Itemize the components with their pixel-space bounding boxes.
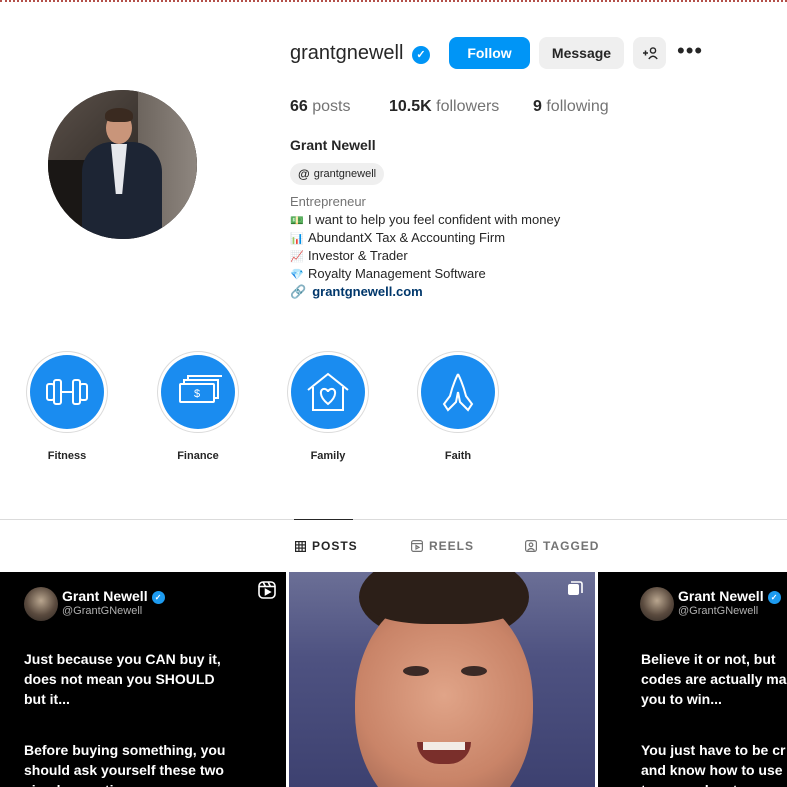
posts-count: 66 xyxy=(290,98,308,115)
active-tab-indicator xyxy=(294,519,353,520)
full-name: Grant Newell xyxy=(290,137,376,153)
link-icon: 🔗 xyxy=(290,284,307,299)
followers-label: followers xyxy=(436,98,500,115)
highlight-label: Finance xyxy=(177,450,219,462)
bio-line: 💵 I want to help you feel confident with … xyxy=(290,212,560,227)
svg-text:$: $ xyxy=(194,388,200,400)
threads-badge[interactable]: @ grantgnewell xyxy=(290,163,385,185)
multiple-photos-icon xyxy=(568,581,583,595)
profile-category: Entrepreneur xyxy=(290,194,366,209)
post-author-name: Grant Newell ✓ xyxy=(62,588,165,604)
reels-icon xyxy=(411,540,423,552)
dumbbell-icon xyxy=(46,379,88,405)
highlight-faith[interactable]: Faith xyxy=(416,351,500,462)
verified-badge-icon: ✓ xyxy=(412,46,430,64)
tab-tagged-label: TAGGED xyxy=(543,539,600,553)
reels-icon xyxy=(258,581,276,599)
profile-username: grantgnewell xyxy=(290,42,404,64)
following-label: following xyxy=(546,98,609,115)
cash-icon: 💵 xyxy=(290,215,304,227)
threads-icon: @ xyxy=(298,167,310,181)
praying-hands-icon xyxy=(442,373,474,412)
bio-text: AbundantX Tax & Accounting Firm xyxy=(308,230,506,245)
bio-text: Investor & Trader xyxy=(308,248,408,263)
money-stack-icon: $ xyxy=(179,375,222,403)
tagged-icon xyxy=(525,540,537,552)
posts-label: posts xyxy=(312,98,351,115)
post-author-avatar xyxy=(640,587,674,621)
tab-tagged[interactable]: TAGGED xyxy=(525,539,599,553)
house-heart-icon xyxy=(307,372,349,411)
bio-line: 📊 AbundantX Tax & Accounting Firm xyxy=(290,230,505,245)
followers-count: 10.5K xyxy=(389,98,432,115)
website-link[interactable]: 🔗 grantgnewell.com xyxy=(290,284,423,300)
gem-icon: 💎 xyxy=(290,269,304,281)
highlight-finance[interactable]: $ Finance xyxy=(156,351,240,462)
suggested-users-button[interactable] xyxy=(633,37,666,69)
post-tile[interactable]: Grant Newell ✓ @GrantGNewell Believe it o… xyxy=(598,572,787,787)
threads-handle: grantgnewell xyxy=(313,168,377,180)
post-text: Believe it or not, but codes are actuall… xyxy=(641,651,787,707)
more-options-icon[interactable]: ••• xyxy=(677,37,703,69)
verified-badge-icon: ✓ xyxy=(151,591,165,604)
bio-line: 📈 Investor & Trader xyxy=(290,248,408,263)
post-tile[interactable] xyxy=(289,572,595,787)
following-stat[interactable]: 9 following xyxy=(533,98,609,116)
post-text: You just have to be cr and know how to u… xyxy=(641,742,786,787)
trend-up-icon: 📈 xyxy=(290,251,304,263)
add-user-icon xyxy=(642,47,658,60)
post-photo xyxy=(289,572,595,787)
highlight-label: Family xyxy=(310,450,346,462)
tab-reels-label: REELS xyxy=(429,539,475,553)
post-author-handle: @GrantGNewell xyxy=(678,605,759,617)
tabs-divider xyxy=(0,519,787,520)
bio-line: 💎 Royalty Management Software xyxy=(290,266,486,281)
website-text: grantgnewell.com xyxy=(312,284,423,299)
post-text: Just because you CAN buy it, does not me… xyxy=(24,651,221,707)
tab-posts-label: POSTS xyxy=(312,539,358,553)
post-author-handle: @GrantGNewell xyxy=(62,605,143,617)
post-tile[interactable]: Grant Newell ✓ @GrantGNewell Just because… xyxy=(0,572,286,787)
posts-stat: 66 posts xyxy=(290,98,351,116)
top-border xyxy=(0,0,787,2)
bio-text: Royalty Management Software xyxy=(308,266,486,281)
post-text: Before buying something, you should ask … xyxy=(24,742,226,787)
highlight-label: Faith xyxy=(444,450,472,462)
bar-chart-icon: 📊 xyxy=(290,233,304,245)
post-author-name: Grant Newell ✓ xyxy=(678,588,781,604)
tab-reels[interactable]: REELS xyxy=(411,539,474,553)
bio-text: I want to help you feel confident with m… xyxy=(308,212,561,227)
grid-icon xyxy=(295,540,306,552)
follow-button[interactable]: Follow xyxy=(449,37,530,69)
verified-badge-icon: ✓ xyxy=(767,591,781,604)
post-author-avatar xyxy=(24,587,58,621)
profile-avatar[interactable] xyxy=(48,90,197,239)
followers-stat[interactable]: 10.5K followers xyxy=(389,98,499,116)
highlight-fitness[interactable]: Fitness xyxy=(25,351,109,462)
tab-posts[interactable]: POSTS xyxy=(295,539,358,553)
message-button[interactable]: Message xyxy=(539,37,624,69)
following-count: 9 xyxy=(533,98,542,115)
highlight-family[interactable]: Family xyxy=(286,351,370,462)
highlight-label: Fitness xyxy=(47,450,87,462)
